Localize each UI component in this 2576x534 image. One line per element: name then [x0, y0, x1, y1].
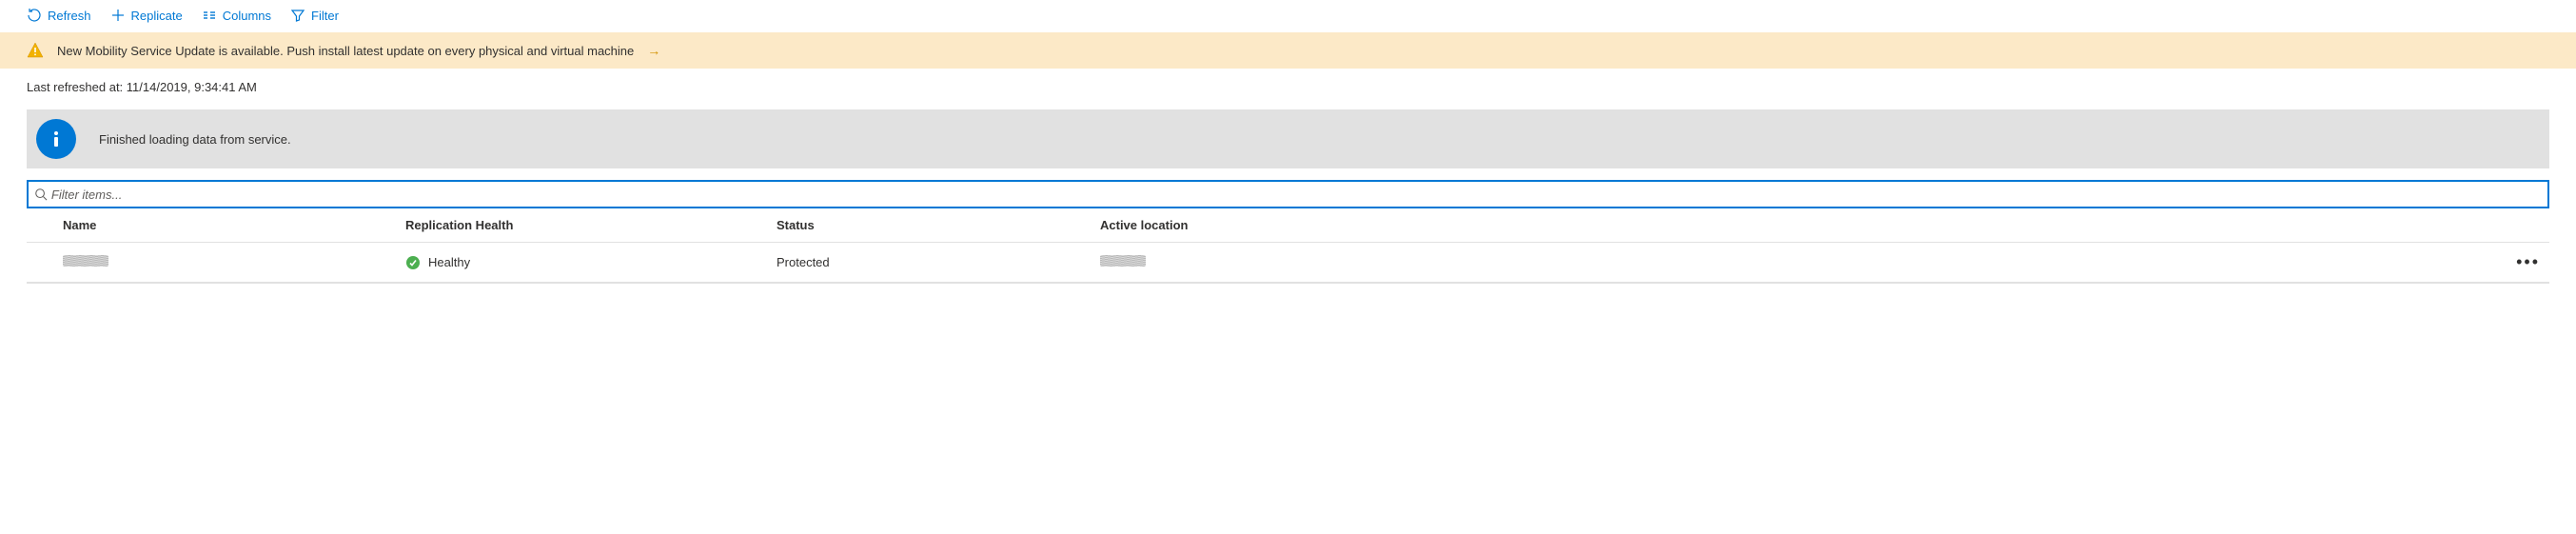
search-icon — [34, 188, 48, 201]
plus-icon — [110, 8, 126, 23]
header-name[interactable]: Name — [63, 218, 405, 232]
search-wrap[interactable] — [27, 180, 2549, 208]
table-header: Name Replication Health Status Active lo… — [27, 208, 2549, 243]
filter-icon — [290, 8, 305, 23]
columns-icon — [202, 8, 217, 23]
items-table: Name Replication Health Status Active lo… — [27, 208, 2549, 284]
refresh-icon — [27, 8, 42, 23]
replication-value: Healthy — [428, 255, 470, 269]
redacted-location — [1100, 255, 1146, 267]
header-replication[interactable]: Replication Health — [405, 218, 777, 232]
header-status[interactable]: Status — [777, 218, 1100, 232]
refresh-label: Refresh — [48, 9, 91, 23]
replicate-label: Replicate — [131, 9, 183, 23]
info-message: Finished loading data from service. — [99, 132, 291, 147]
cell-status: Protected — [777, 255, 1100, 269]
filter-button[interactable]: Filter — [290, 8, 339, 23]
warning-message: New Mobility Service Update is available… — [57, 44, 634, 58]
health-ok-icon — [405, 255, 421, 270]
search-input[interactable] — [48, 188, 2542, 202]
cell-location — [1100, 255, 2502, 269]
cell-actions: ••• — [2502, 252, 2549, 272]
columns-label: Columns — [223, 9, 271, 23]
filter-label: Filter — [311, 9, 339, 23]
cell-replication: Healthy — [405, 255, 777, 270]
cell-name — [63, 255, 405, 269]
redacted-name — [63, 255, 108, 267]
replicate-button[interactable]: Replicate — [110, 8, 183, 23]
toolbar: Refresh Replicate Columns Filter — [0, 0, 2576, 30]
info-bar: Finished loading data from service. — [27, 109, 2549, 168]
last-refreshed-label: Last refreshed at: — [27, 80, 127, 94]
arrow-right-icon[interactable]: → — [647, 43, 660, 58]
warning-banner: New Mobility Service Update is available… — [0, 32, 2576, 69]
more-actions-button[interactable]: ••• — [2516, 252, 2540, 271]
table-row[interactable]: Healthy Protected ••• — [27, 243, 2549, 283]
refresh-button[interactable]: Refresh — [27, 8, 91, 23]
last-refreshed-value: 11/14/2019, 9:34:41 AM — [127, 80, 257, 94]
info-icon — [36, 119, 76, 159]
last-refreshed: Last refreshed at: 11/14/2019, 9:34:41 A… — [0, 69, 2576, 102]
warning-icon — [27, 42, 44, 59]
header-location[interactable]: Active location — [1100, 218, 2502, 232]
columns-button[interactable]: Columns — [202, 8, 271, 23]
